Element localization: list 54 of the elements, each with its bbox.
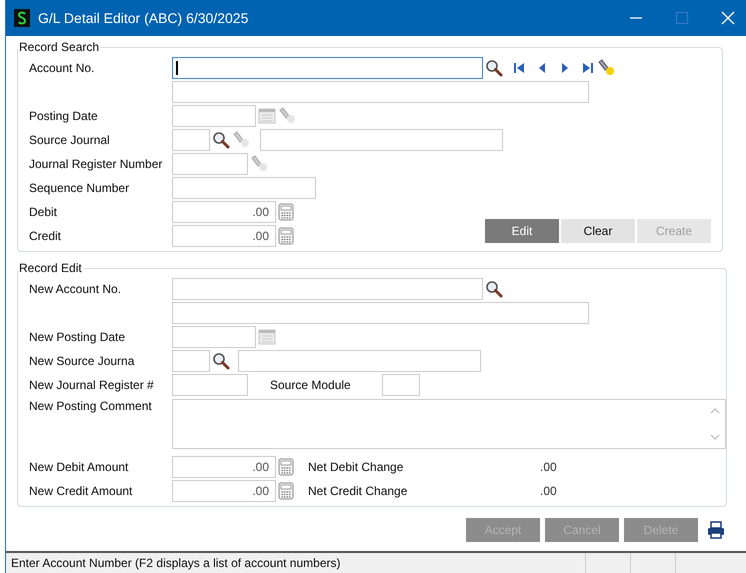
field-label: Sequence Number (29, 181, 130, 195)
sequence-number-field[interactable] (172, 177, 316, 199)
field-label: Net Debit Change (308, 460, 404, 474)
calculator-icon[interactable] (278, 458, 294, 476)
printer-icon[interactable] (707, 521, 725, 539)
search-icon[interactable] (212, 131, 230, 149)
field-label: New Posting Comment (29, 399, 153, 413)
source-journal-field[interactable] (172, 129, 210, 151)
close-icon[interactable] (721, 11, 735, 25)
comment-field[interactable] (172, 399, 726, 449)
window-title: G/L Detail Editor (ABC) 6/30/2025 (38, 10, 248, 26)
source-journal-field[interactable] (172, 350, 210, 372)
account-field[interactable] (172, 57, 483, 79)
field-label: New Account No. (29, 282, 122, 296)
section-title: Record Search (18, 40, 100, 54)
field-label: New Source Journa (29, 354, 136, 368)
field-label: Source Module (270, 378, 352, 392)
credit-field[interactable]: .00 (172, 225, 276, 247)
field-label: New Journal Register # (29, 378, 155, 392)
calculator-icon[interactable] (278, 227, 294, 245)
calculator-icon[interactable] (278, 203, 294, 221)
field-label: Account No. (29, 61, 96, 75)
date-field[interactable] (172, 326, 256, 348)
field-label: Journal Register Number (29, 157, 164, 171)
net-debit-value: .00 (540, 460, 557, 474)
field-label: Posting Date (29, 109, 99, 123)
net-credit-value: .00 (540, 484, 557, 498)
search-icon[interactable] (485, 59, 503, 77)
source-module-field[interactable] (382, 374, 420, 396)
calculator-icon[interactable] (278, 482, 294, 500)
debit-field[interactable]: .00 (172, 201, 276, 223)
search-icon[interactable] (485, 280, 503, 298)
field-label: Net Credit Change (308, 484, 408, 498)
field-label: Debit (29, 205, 58, 219)
clear-button[interactable]: Clear (561, 219, 635, 243)
new-credit-field[interactable]: .00 (172, 480, 276, 502)
new-account-field[interactable] (172, 278, 483, 300)
date-field[interactable] (172, 105, 256, 127)
last-record-icon[interactable] (581, 61, 595, 75)
app-logo-icon (14, 9, 30, 27)
field-label: New Posting Date (29, 330, 126, 344)
field-label: New Debit Amount (29, 460, 130, 474)
edit-button[interactable]: Edit (485, 219, 559, 243)
search-icon[interactable] (212, 352, 230, 370)
field-label: New Credit Amount (29, 484, 134, 498)
field-label: Source Journal (29, 133, 111, 147)
register-number-field[interactable] (172, 374, 248, 396)
field-label: Credit (29, 229, 62, 243)
register-number-field[interactable] (172, 153, 248, 175)
status-message: Enter Account Number (F2 displays a list of account numbers) (6, 553, 586, 573)
flashlight-icon[interactable] (597, 59, 617, 77)
new-debit-field[interactable]: .00 (172, 456, 276, 478)
section-title: Record Edit (18, 261, 83, 275)
first-record-icon[interactable] (512, 61, 526, 75)
